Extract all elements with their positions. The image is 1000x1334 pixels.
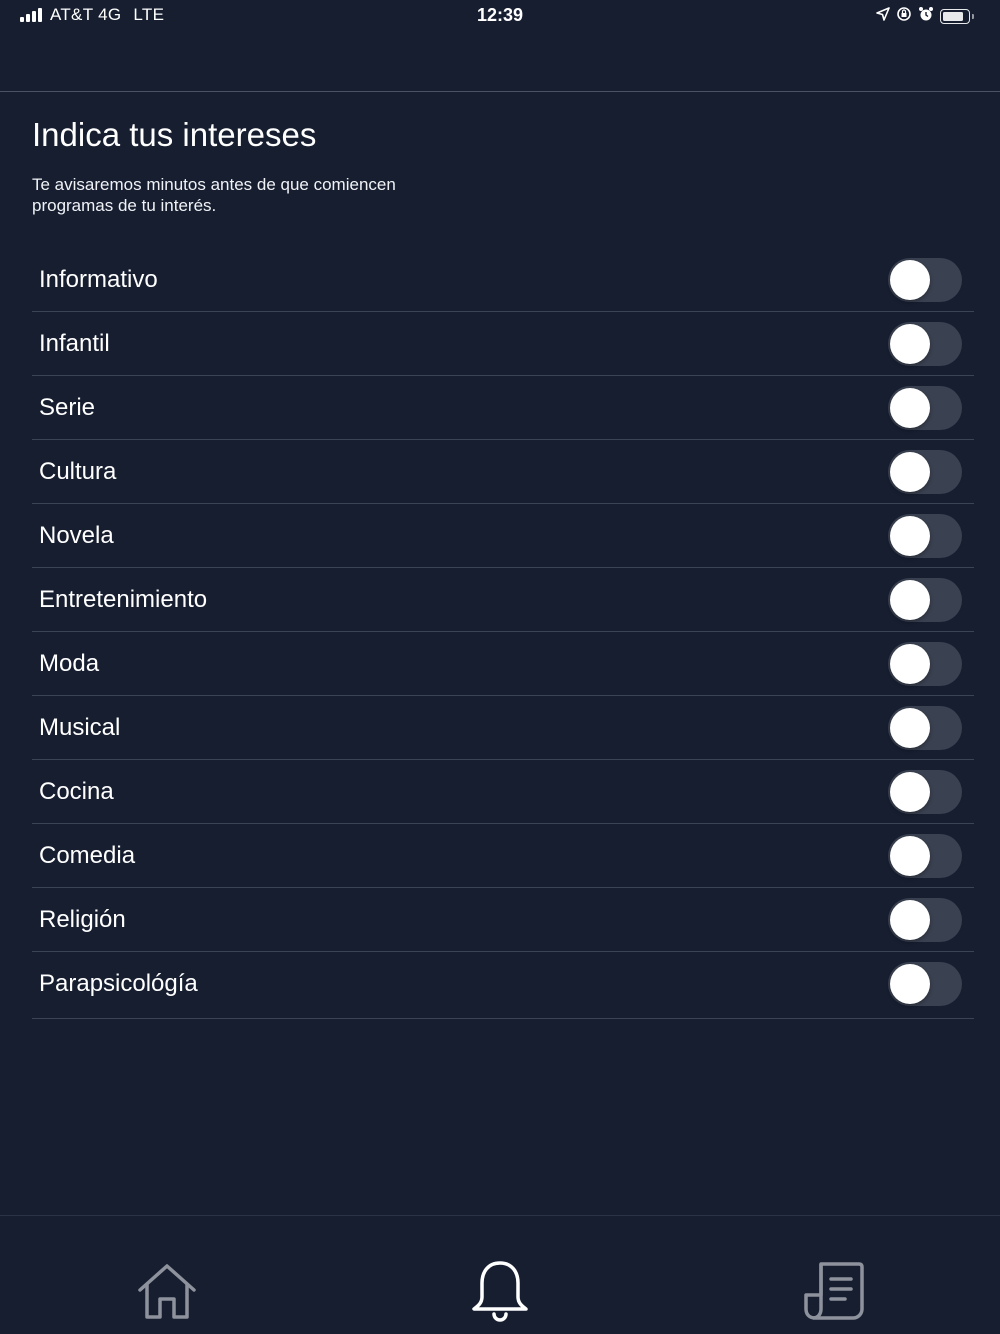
interest-label: Cultura (39, 458, 117, 485)
toggle-knob (890, 836, 930, 876)
toggle-knob (890, 580, 930, 620)
toggle-knob (890, 900, 930, 940)
comedia-toggle[interactable] (888, 834, 962, 878)
interest-row-infantil: Infantil (32, 312, 974, 376)
interest-row-comedia: Comedia (32, 824, 974, 888)
toggle-knob (890, 772, 930, 812)
toggle-knob (890, 644, 930, 684)
page-subtitle: Te avisaremos minutos antes de que comie… (32, 175, 396, 215)
toggle-knob (890, 324, 930, 364)
interest-row-musical: Musical (32, 696, 974, 760)
interest-label: Informativo (39, 266, 158, 293)
interest-label: Entretenimiento (39, 586, 208, 613)
toggle-knob (890, 260, 930, 300)
musical-toggle[interactable] (888, 706, 962, 750)
battery-icon (940, 9, 974, 24)
toggle-knob (890, 708, 930, 748)
location-icon (876, 7, 890, 26)
status-bar: AT&T 4G LTE 12:39 (0, 0, 1000, 32)
page-title: Indica tus intereses (32, 116, 317, 153)
interest-row-religion: Religión (32, 888, 974, 952)
status-time: 12:39 (476, 5, 524, 25)
home-icon (138, 1264, 196, 1319)
cultura-toggle[interactable] (888, 450, 962, 494)
toggle-knob (890, 452, 930, 492)
status-right (876, 6, 974, 27)
interest-label: Infantil (39, 330, 110, 357)
serie-toggle[interactable] (888, 386, 962, 430)
interest-row-novela: Novela (32, 504, 974, 568)
tab-home[interactable] (132, 1256, 202, 1326)
infantil-toggle[interactable] (888, 322, 962, 366)
tab-bar (0, 1215, 1000, 1334)
interest-label: Novela (39, 522, 114, 549)
novela-toggle[interactable] (888, 514, 962, 558)
interest-label: Moda (39, 650, 100, 677)
tab-alerts[interactable] (465, 1256, 535, 1326)
cocina-toggle[interactable] (888, 770, 962, 814)
religion-toggle[interactable] (888, 898, 962, 942)
interest-row-cocina: Cocina (32, 760, 974, 824)
interest-label: Serie (39, 394, 96, 421)
toggle-knob (890, 516, 930, 556)
interest-row-moda: Moda (32, 632, 974, 696)
header-divider (0, 91, 1000, 92)
interest-list: Informativo Infantil Serie Cultura Novel… (32, 248, 974, 1019)
parapsicologia-toggle[interactable] (888, 962, 962, 1006)
toggle-knob (890, 388, 930, 428)
interest-row-cultura: Cultura (32, 440, 974, 504)
interest-row-serie: Serie (32, 376, 974, 440)
moda-toggle[interactable] (888, 642, 962, 686)
interest-row-parapsicologia: Parapsicológía (32, 952, 974, 1019)
tab-guide[interactable] (799, 1256, 869, 1326)
interest-label: Cocina (39, 778, 114, 805)
interest-label: Comedia (39, 842, 136, 869)
alarm-icon (918, 6, 934, 27)
toggle-knob (890, 964, 930, 1004)
interest-label: Musical (39, 714, 121, 741)
document-icon (804, 1262, 864, 1320)
interest-label: Religión (39, 906, 126, 933)
interest-label: Parapsicológía (39, 970, 198, 997)
interest-row-entretenimiento: Entretenimiento (32, 568, 974, 632)
bell-icon (472, 1261, 528, 1322)
orientation-lock-icon (896, 6, 912, 27)
informativo-toggle[interactable] (888, 258, 962, 302)
entretenimiento-toggle[interactable] (888, 578, 962, 622)
interest-row-informativo: Informativo (32, 248, 974, 312)
